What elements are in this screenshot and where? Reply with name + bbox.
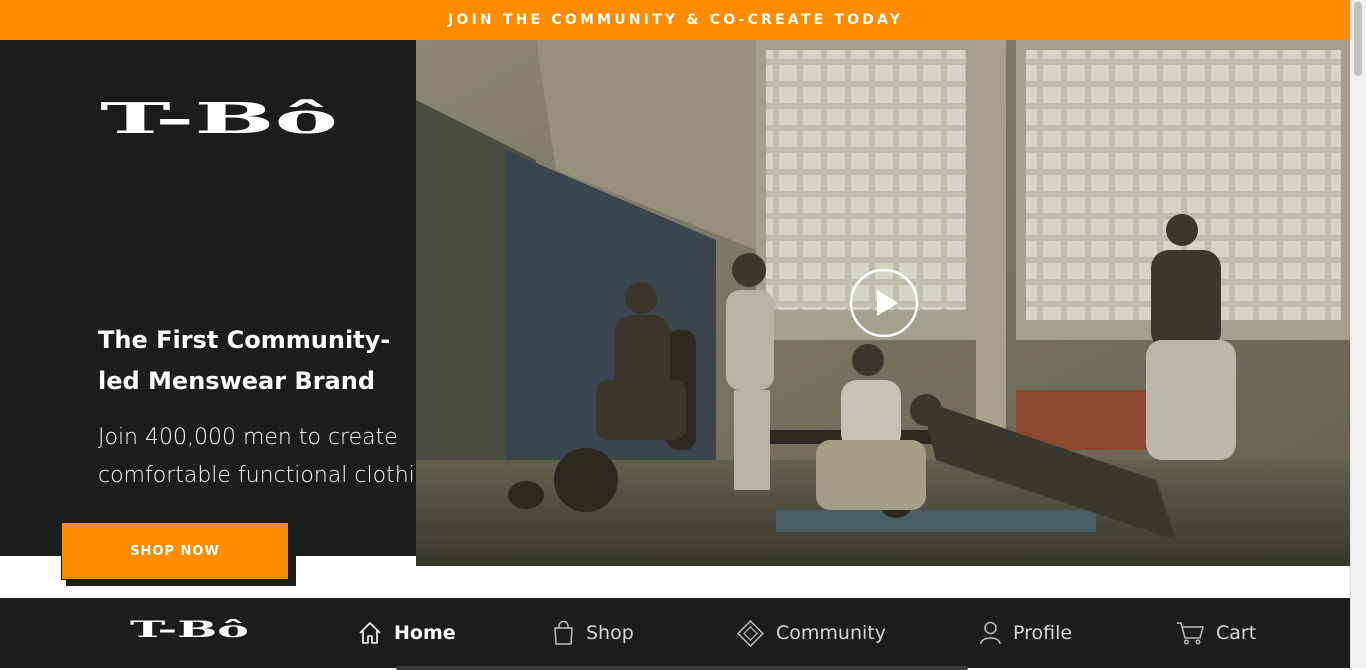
nav-brand-logo-text: T-Bô: [130, 618, 249, 640]
shop-now-button[interactable]: SHOP NOW: [61, 522, 289, 580]
nav-label-profile: Profile: [1013, 622, 1073, 644]
hero-headline: The First Community-led Menswear Brand: [98, 326, 391, 395]
page-scrollbar[interactable]: [1350, 0, 1366, 668]
home-icon: [359, 622, 381, 644]
nav-label-home: Home: [394, 622, 456, 644]
scrollbar-thumb[interactable]: [1354, 2, 1362, 76]
nav-item-shop[interactable]: Shop: [553, 618, 634, 648]
brand-logo-text: T-Bô: [100, 98, 338, 138]
nav-item-cart[interactable]: Cart: [1176, 618, 1256, 648]
announcement-text: JOIN THE COMMUNITY & CO-CREATE TODAY: [447, 12, 904, 28]
play-icon[interactable]: [849, 268, 919, 338]
cart-icon: [1177, 622, 1204, 645]
nav-item-profile[interactable]: Profile: [980, 618, 1072, 648]
nav-brand-logo[interactable]: T-Bô: [130, 618, 250, 640]
hero-video[interactable]: [416, 40, 1351, 566]
nav-label-community: Community: [776, 622, 886, 644]
shopping-bag-icon: [554, 621, 573, 645]
brand-logo[interactable]: T-Bô: [100, 98, 340, 138]
diamond-icon: [737, 619, 764, 647]
nav-item-home[interactable]: Home: [358, 618, 456, 648]
bottom-navigation: T-Bô Home Shop Community Profile Cart: [0, 598, 1351, 668]
announcement-bar[interactable]: JOIN THE COMMUNITY & CO-CREATE TODAY: [0, 0, 1351, 40]
nav-label-cart: Cart: [1216, 622, 1257, 644]
user-icon: [980, 621, 1001, 645]
nav-label-shop: Shop: [586, 622, 634, 644]
shop-now-label: SHOP NOW: [130, 543, 220, 559]
nav-item-community[interactable]: Community: [737, 618, 886, 648]
nav-divider: [396, 666, 968, 670]
